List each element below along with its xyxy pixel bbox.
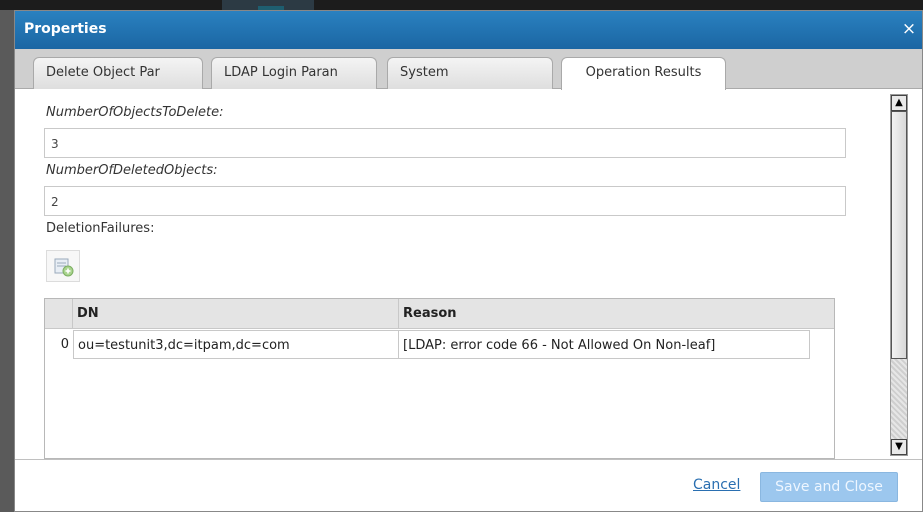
properties-dialog: Properties × Delete Object Par LDAP Logi… <box>14 10 923 512</box>
background-app-bar <box>0 0 923 10</box>
close-icon[interactable]: × <box>900 20 918 38</box>
tab-bar: Delete Object Par LDAP Login Paran Syste… <box>15 49 922 90</box>
row-index: 0 <box>60 337 69 352</box>
save-and-close-button[interactable]: Save and Close <box>760 472 898 502</box>
tab-delete-object-parameters[interactable]: Delete Object Par <box>33 57 203 89</box>
deleted-objects-label: NumberOfDeletedObjects: <box>46 163 218 178</box>
dn-cell[interactable]: ou=testunit3,dc=itpam,dc=com <box>73 330 399 359</box>
dialog-footer: Cancel Save and Close <box>15 459 922 511</box>
deletion-failures-label: DeletionFailures: <box>46 221 155 236</box>
table-row[interactable]: 0 ou=testunit3,dc=itpam,dc=com [LDAP: er… <box>45 330 834 359</box>
reason-cell[interactable]: [LDAP: error code 66 - Not Allowed On No… <box>399 330 810 359</box>
scroll-down-icon[interactable]: ▼ <box>891 439 907 455</box>
dialog-titlebar[interactable]: Properties × <box>15 11 922 49</box>
column-header-dn[interactable]: DN <box>73 299 399 329</box>
dialog-title: Properties <box>24 21 107 37</box>
deletion-failures-grid: DN Reason 0 ou=testunit3,dc=itpam,dc=com… <box>44 298 835 459</box>
operation-results-panel: NumberOfObjectsToDelete: 3 NumberOfDelet… <box>15 90 922 459</box>
background-panel <box>222 0 314 10</box>
deleted-objects-field[interactable]: 2 <box>44 186 846 216</box>
tab-operation-results[interactable]: Operation Results <box>561 57 726 90</box>
add-row-icon <box>54 258 74 277</box>
tab-ldap-login-parameters[interactable]: LDAP Login Paran <box>211 57 377 89</box>
row-index-header <box>45 299 73 329</box>
objects-to-delete-label: NumberOfObjectsToDelete: <box>46 105 224 120</box>
scroll-up-icon[interactable]: ▲ <box>891 95 907 111</box>
grid-header: DN Reason <box>45 299 834 329</box>
objects-to-delete-field[interactable]: 3 <box>44 128 846 158</box>
vertical-scrollbar[interactable]: ▲ ▼ <box>890 94 908 456</box>
column-header-reason[interactable]: Reason <box>399 299 834 329</box>
add-row-button[interactable] <box>46 250 80 282</box>
tab-system[interactable]: System <box>387 57 553 89</box>
scrollbar-thumb[interactable] <box>891 111 907 359</box>
cancel-button[interactable]: Cancel <box>693 477 740 493</box>
